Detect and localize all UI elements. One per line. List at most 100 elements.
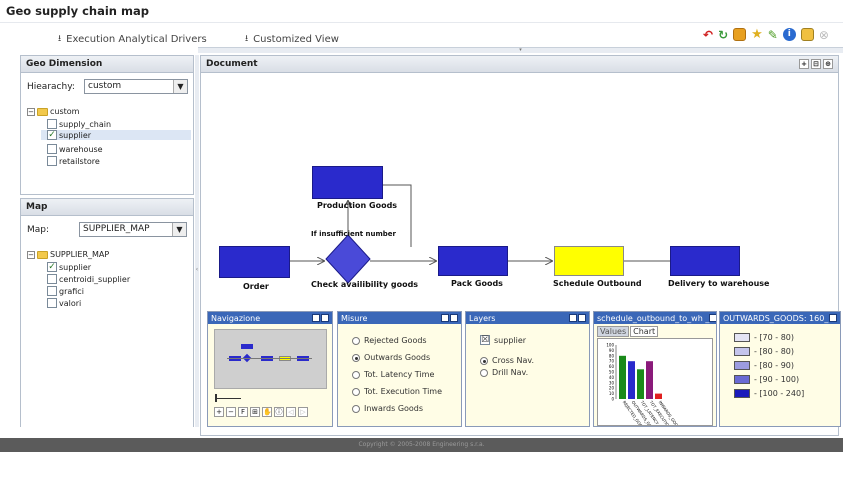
outwards-legend-window[interactable]: OUTWARDS_GOODS: 160_ - [70 - 80) - [80 -… bbox=[719, 311, 841, 427]
node-delivery[interactable] bbox=[670, 246, 740, 276]
maximize-icon[interactable] bbox=[578, 314, 586, 322]
radio-button[interactable] bbox=[352, 336, 360, 345]
back-icon[interactable]: ◁ bbox=[286, 407, 296, 417]
checkbox-checked[interactable]: ✓ bbox=[47, 262, 57, 272]
minimize-icon[interactable] bbox=[441, 314, 449, 322]
maximize-icon[interactable] bbox=[450, 314, 458, 322]
checkbox[interactable] bbox=[47, 274, 57, 284]
zoom-slider[interactable] bbox=[215, 398, 241, 399]
maximize-icon[interactable] bbox=[709, 314, 716, 322]
layer-item-valori[interactable]: valori bbox=[47, 298, 81, 308]
legend-row: - [80 - 90) bbox=[734, 361, 794, 370]
collapse-icon[interactable]: − bbox=[27, 107, 35, 116]
checkbox[interactable] bbox=[47, 156, 57, 166]
schedule-chart-window[interactable]: schedule_outbound_to_wh _ Values Chart 1… bbox=[593, 311, 717, 427]
navigazione-window[interactable]: Navigazione + − F ⊞ ✋ ⓘ ◁ ▷ bbox=[207, 311, 333, 427]
chart-bar[interactable] bbox=[637, 369, 644, 399]
zoom-slider-handle[interactable] bbox=[215, 394, 217, 402]
print-icon[interactable] bbox=[800, 28, 814, 41]
navigazione-titlebar[interactable]: Navigazione bbox=[208, 312, 332, 324]
customized-view-link[interactable]: ⭳ Customized View bbox=[245, 31, 339, 47]
hierarchy-select-value: custom bbox=[88, 81, 122, 91]
tree-item-retailstore[interactable]: retailstore bbox=[47, 156, 100, 166]
panel-splitter[interactable]: ‹ bbox=[195, 55, 199, 436]
tree-item-supplier[interactable]: ✓ supplier bbox=[41, 130, 191, 140]
refresh-icon[interactable]: ↻ bbox=[718, 28, 728, 42]
tree-root-supplier-map[interactable]: − SUPPLIER_MAP bbox=[27, 250, 109, 259]
y-tick-label: 80 bbox=[609, 353, 615, 358]
pan-hand-icon[interactable]: ✋ bbox=[262, 407, 272, 417]
radio-button-selected[interactable] bbox=[352, 353, 360, 362]
collapse-strip[interactable]: ▾ bbox=[198, 47, 843, 53]
bar-chart[interactable]: 1009080706050403020100REJECTED_GOODSOUTW… bbox=[597, 338, 713, 426]
maximize-icon[interactable] bbox=[321, 314, 329, 322]
maximize-icon[interactable] bbox=[829, 314, 837, 322]
layers-window[interactable]: Layers ☒ supplier Cross Nav. Drill Nav. bbox=[465, 311, 590, 427]
layer-checkbox-row[interactable]: ☒ supplier bbox=[480, 335, 526, 345]
tree-item-label: warehouse bbox=[59, 144, 103, 154]
layer-item-supplier[interactable]: ✓ supplier bbox=[47, 262, 91, 272]
map-select[interactable]: SUPPLIER_MAP ▼ bbox=[79, 222, 187, 237]
checkbox[interactable] bbox=[47, 286, 57, 296]
tree-item-warehouse[interactable]: warehouse bbox=[47, 144, 103, 154]
checkbox[interactable] bbox=[47, 298, 57, 308]
legend-swatch bbox=[734, 375, 750, 384]
decision-diamond[interactable] bbox=[325, 234, 371, 284]
misure-option[interactable]: Outwards Goods bbox=[352, 353, 430, 362]
tree-item-supply-chain[interactable]: supply_chain bbox=[47, 119, 111, 129]
radio-button[interactable] bbox=[352, 387, 360, 396]
chart-bar[interactable] bbox=[655, 393, 662, 399]
minimize-icon[interactable] bbox=[312, 314, 320, 322]
overview-map[interactable] bbox=[214, 329, 327, 389]
zoom-box-icon[interactable]: ⊞ bbox=[250, 407, 260, 417]
misure-window[interactable]: Misure Rejected Goods Outwards Goods Tot… bbox=[337, 311, 462, 427]
misure-option[interactable]: Rejected Goods bbox=[352, 336, 427, 345]
execution-drivers-link[interactable]: ⭳ Execution Analytical Drivers bbox=[58, 31, 207, 47]
misure-option[interactable]: Tot. Latency Time bbox=[352, 370, 434, 379]
chart-bar[interactable] bbox=[619, 355, 626, 399]
misure-option[interactable]: Inwards Goods bbox=[352, 404, 423, 413]
tab-values[interactable]: Values bbox=[597, 326, 630, 337]
favorite-star-icon[interactable]: ★ bbox=[751, 27, 763, 42]
layers-option[interactable]: Drill Nav. bbox=[480, 368, 528, 377]
node-schedule-outbound[interactable] bbox=[554, 246, 624, 276]
chart-bar[interactable] bbox=[628, 361, 635, 399]
export-icon[interactable] bbox=[733, 28, 747, 41]
collapse-icon[interactable]: − bbox=[27, 250, 35, 259]
info-icon[interactable]: i bbox=[782, 28, 796, 41]
checkbox-checked[interactable]: ✓ bbox=[47, 130, 57, 140]
node-order[interactable] bbox=[219, 246, 290, 278]
radio-button[interactable] bbox=[352, 404, 360, 413]
edit-icon[interactable]: ✎ bbox=[768, 28, 778, 42]
tree-root-custom[interactable]: − custom bbox=[27, 107, 79, 116]
layer-item-grafici[interactable]: grafici bbox=[47, 286, 84, 296]
radio-button[interactable] bbox=[352, 370, 360, 379]
node-production-goods[interactable] bbox=[312, 166, 383, 199]
checkbox-checked[interactable]: ☒ bbox=[480, 335, 490, 345]
radio-button[interactable] bbox=[480, 368, 488, 377]
close-icon[interactable]: ⊗ bbox=[819, 28, 829, 42]
misure-titlebar[interactable]: Misure bbox=[338, 312, 461, 324]
node-pack-goods[interactable] bbox=[438, 246, 508, 276]
hierarchy-select[interactable]: custom ▼ bbox=[84, 79, 188, 94]
checkbox[interactable] bbox=[47, 119, 57, 129]
misure-option-label: Rejected Goods bbox=[364, 336, 427, 345]
radio-button-selected[interactable] bbox=[480, 356, 488, 365]
tab-chart[interactable]: Chart bbox=[630, 326, 659, 337]
zoom-out-icon[interactable]: − bbox=[226, 407, 236, 417]
tree-item-label: supplier bbox=[59, 130, 92, 140]
zoom-in-icon[interactable]: + bbox=[214, 407, 224, 417]
checkbox[interactable] bbox=[47, 144, 57, 154]
schedule-chart-titlebar[interactable]: schedule_outbound_to_wh _ bbox=[594, 312, 716, 324]
undo-icon[interactable]: ↶ bbox=[703, 28, 713, 42]
chart-bar[interactable] bbox=[646, 361, 653, 399]
outwards-legend-titlebar[interactable]: OUTWARDS_GOODS: 160_ bbox=[720, 312, 840, 324]
info-icon[interactable]: ⓘ bbox=[274, 407, 284, 417]
fit-icon[interactable]: F bbox=[238, 407, 248, 417]
layer-item-centroidi[interactable]: centroidi_supplier bbox=[47, 274, 130, 284]
minimize-icon[interactable] bbox=[569, 314, 577, 322]
forward-icon[interactable]: ▷ bbox=[298, 407, 308, 417]
misure-option[interactable]: Tot. Execution Time bbox=[352, 387, 442, 396]
layers-titlebar[interactable]: Layers bbox=[466, 312, 589, 324]
layers-option[interactable]: Cross Nav. bbox=[480, 356, 534, 365]
